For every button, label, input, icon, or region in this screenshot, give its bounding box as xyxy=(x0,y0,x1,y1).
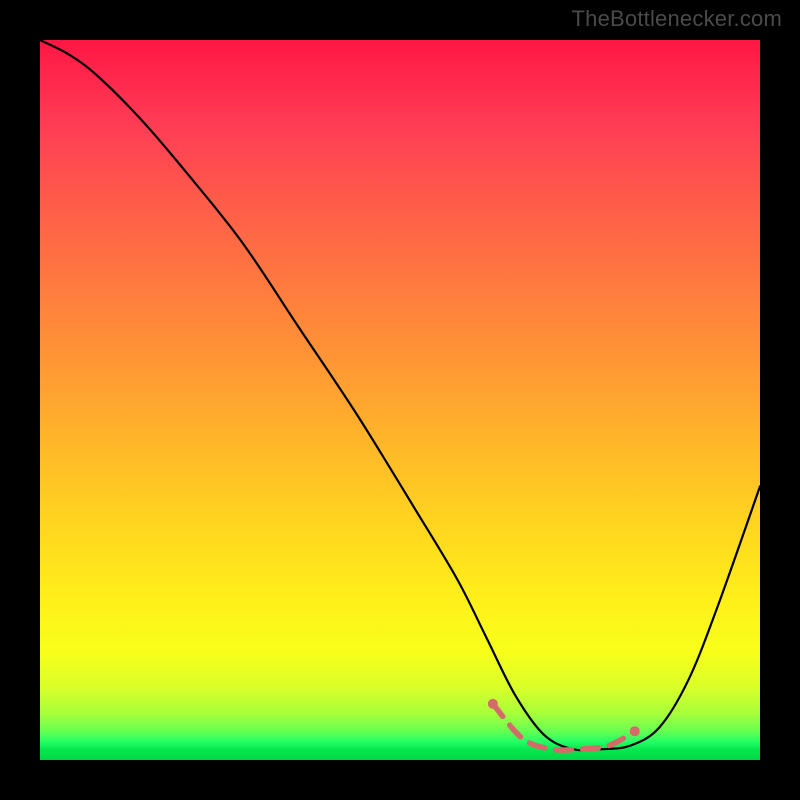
plot-area xyxy=(40,40,760,760)
valley-highlight xyxy=(493,704,635,750)
bottleneck-curve xyxy=(40,40,760,750)
valley-endpoint-dot xyxy=(488,699,498,709)
attribution-text: TheBottlenecker.com xyxy=(572,6,782,32)
valley-endpoint-dot xyxy=(630,726,640,736)
chart-svg xyxy=(40,40,760,760)
chart-frame: TheBottlenecker.com xyxy=(0,0,800,800)
valley-endpoint-markers xyxy=(488,699,640,736)
